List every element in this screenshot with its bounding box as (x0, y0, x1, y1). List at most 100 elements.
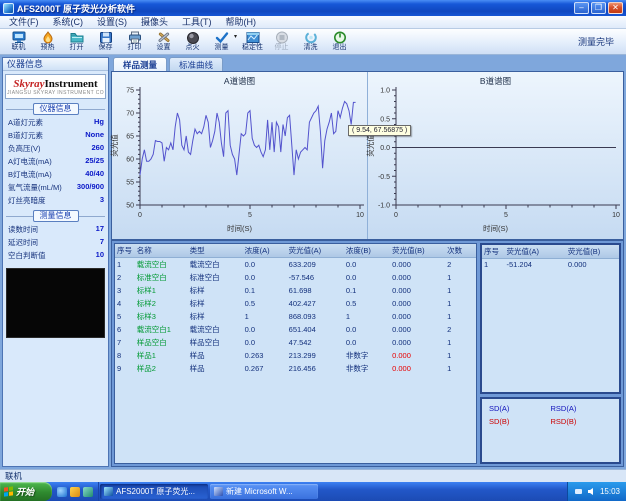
measure-group-title: 测量信息 (6, 210, 105, 222)
menu-item-3[interactable]: 摄像头 (134, 16, 175, 29)
table-cell: 0.000 (390, 323, 445, 336)
svg-text:10: 10 (356, 212, 364, 219)
table-cell: 1 (482, 259, 504, 271)
table-row[interactable]: 1-51.2040.000 (482, 259, 619, 271)
print-label: 打印 (128, 44, 142, 52)
table-cell: 1 (115, 258, 135, 272)
table-cell: 213.299 (287, 349, 344, 362)
svg-text:0: 0 (138, 212, 142, 219)
table-cell: 样品2 (135, 362, 188, 375)
info-value: 260 (91, 143, 104, 154)
table-cell: 载流空白1 (135, 323, 188, 336)
quick-launch-shield-icon[interactable] (70, 487, 80, 497)
table-cell: 0.000 (390, 310, 445, 323)
open-button[interactable]: 打开 (62, 29, 91, 54)
preheat-button[interactable]: 预热 (33, 29, 62, 54)
chart-b-plot[interactable]: -1.0-0.50.00.51.00510 (368, 85, 624, 235)
measure-dropdown-arrow-icon[interactable]: ▾ (234, 33, 237, 40)
info-row: A道灯元素Hg (3, 116, 108, 129)
table-cell: 0.0 (243, 271, 287, 284)
measure-button[interactable]: 测量 (207, 29, 236, 54)
menu-item-4[interactable]: 工具(T) (175, 16, 219, 29)
clean-button[interactable]: 清洗 (296, 29, 325, 54)
taskbar-item-afs[interactable]: AFS2000T 原子荧光... (100, 484, 208, 499)
table-row[interactable]: 4标样2标样0.5402.4270.50.0001 (115, 297, 476, 310)
column-header: 浓度(A) (243, 244, 287, 258)
info-value: 7 (100, 237, 104, 248)
table-row[interactable]: 7样品空白样品空白0.047.5420.00.0001 (115, 336, 476, 349)
table-cell: 1 (445, 297, 476, 310)
info-value: 3 (100, 195, 104, 206)
camera-preview (6, 268, 105, 338)
app-icon (3, 3, 14, 14)
info-row: 氩气流量(mL/M)300/900 (3, 181, 108, 194)
table-row[interactable]: 9样品2样品0.267216.456非数字0.0001 (115, 362, 476, 375)
menu-item-1[interactable]: 系统(C) (46, 16, 91, 29)
stat-label-rsd-b: RSD(B) (551, 417, 613, 426)
reading-values-table: 序号荧光值(A)荧光值(B)1-51.2040.000 (480, 243, 621, 394)
table-row[interactable]: 3标样1标样0.161.6980.10.0001 (115, 284, 476, 297)
table-cell: 0.5 (243, 297, 287, 310)
column-header: 序号 (115, 244, 135, 258)
table-row[interactable]: 5标样3标样1868.09310.0001 (115, 310, 476, 323)
maximize-button[interactable]: ❐ (591, 2, 606, 14)
exit-label: 退出 (333, 44, 347, 52)
ignite-button[interactable]: 点火 (178, 29, 207, 54)
tray-device-icon (574, 487, 583, 496)
table-cell: 61.698 (287, 284, 344, 297)
table-cell: 8 (115, 349, 135, 362)
exit-button[interactable]: 退出 (325, 29, 354, 54)
info-value: 17 (96, 224, 104, 235)
table-cell: 7 (115, 336, 135, 349)
chart-a-plot[interactable]: 5055606570750510 (112, 85, 368, 235)
brand-logo: SkyrayInstrument JIANGSU SKYRAY INSTRUME… (5, 74, 106, 99)
taskbar-item-word[interactable]: 新建 Microsoft W... (210, 484, 318, 499)
table-cell: 0.1 (344, 284, 390, 297)
svg-text:5: 5 (248, 212, 252, 219)
column-header: 浓度(B) (344, 244, 390, 258)
settings-button[interactable]: 设置 (149, 29, 178, 54)
save-button[interactable]: 保存 (91, 29, 120, 54)
tab-standard-curve[interactable]: 标准曲线 (169, 57, 223, 71)
table-cell: 868.093 (287, 310, 344, 323)
print-button[interactable]: 打印 (120, 29, 149, 54)
quick-launch-app-icon[interactable] (83, 487, 93, 497)
info-value: 40/40 (85, 169, 104, 180)
table-row[interactable]: 6载流空白1载流空白0.0651.4040.00.0002 (115, 323, 476, 336)
stability-button[interactable]: 稳定性 (238, 29, 267, 54)
sidebar-header: 仪器信息 (3, 58, 108, 71)
menu-item-5[interactable]: 帮助(H) (219, 16, 264, 29)
toolbar: 联机 预热 打开 保存 打印 设置 点火 测量 (0, 29, 626, 55)
app-window: AFS2000T 原子荧光分析软件 – ❐ ✕ 文件(F)系统(C)设置(S)摄… (0, 0, 626, 501)
info-value: Hg (94, 117, 104, 128)
print-printer-icon (128, 31, 142, 44)
start-button[interactable]: 开始 (0, 482, 52, 501)
menu-item-2[interactable]: 设置(S) (90, 16, 134, 29)
ignite-label: 点火 (186, 44, 200, 52)
menu-bar: 文件(F)系统(C)设置(S)摄像头工具(T)帮助(H) (0, 16, 626, 29)
table-row[interactable]: 2标准空白标准空白0.0-57.5460.00.0001 (115, 271, 476, 284)
table-row[interactable]: 8样品1样品0.263213.299非数字0.0001 (115, 349, 476, 362)
clock: 15:03 (600, 487, 620, 496)
table-cell: 标样 (188, 310, 243, 323)
chart-b-xlabel: 时间(S) (368, 223, 623, 234)
quick-launch-browser-icon[interactable] (57, 487, 67, 497)
table-cell: 4 (115, 297, 135, 310)
table-cell: 0.000 (390, 336, 445, 349)
svg-text:0.5: 0.5 (380, 116, 390, 123)
stop-button: 停止 (267, 29, 296, 54)
table-cell: 2 (445, 323, 476, 336)
tab-sample-measure[interactable]: 样品测量 (113, 57, 167, 71)
table-cell: 633.209 (287, 258, 344, 272)
table-row[interactable]: 1载流空白载流空白0.0633.2090.00.0002 (115, 258, 476, 272)
content-area: 样品测量 标准曲线 A道谱图 5055606570750510 荧光值 时间(S… (111, 57, 624, 467)
minimize-button[interactable]: – (574, 2, 589, 14)
info-row: 灯丝亮暗度3 (3, 194, 108, 207)
measure-status-text: 测量完毕 (578, 35, 614, 48)
preheat-label: 预热 (41, 44, 55, 52)
svg-text:5: 5 (504, 212, 508, 219)
connect-button[interactable]: 联机 (4, 29, 33, 54)
menu-item-0[interactable]: 文件(F) (2, 16, 46, 29)
close-button[interactable]: ✕ (608, 2, 623, 14)
table-cell: 1 (445, 349, 476, 362)
